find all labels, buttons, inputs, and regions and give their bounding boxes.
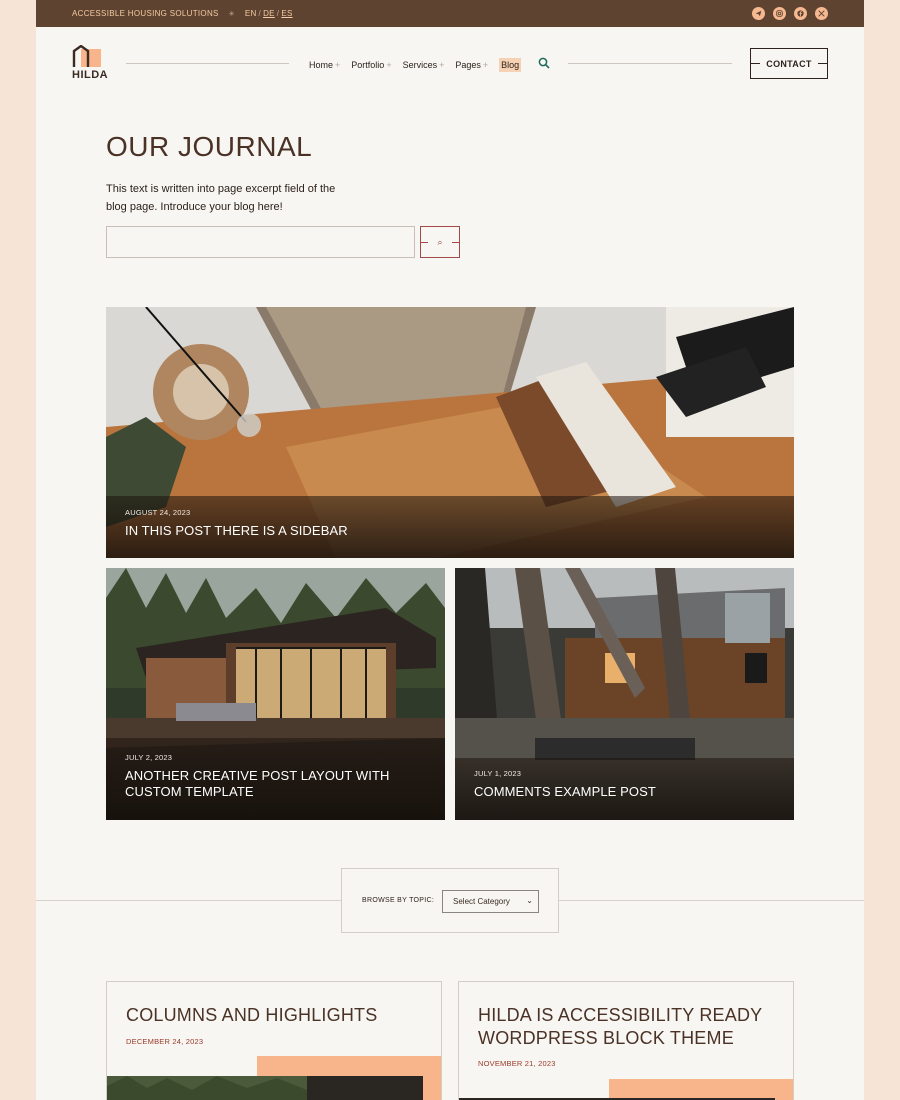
post-card[interactable]: COLUMNS AND HIGHLIGHTS DECEMBER 24, 2023 [106,981,442,1100]
post-title[interactable]: IN THIS POST THERE IS A SIDEBAR [125,523,754,539]
post-date: DECEMBER 24, 2023 [126,1037,204,1046]
site-header: HILDA Home + Portfolio + Services + Pages + … [36,27,864,97]
search-icon: ⌕ [437,236,443,247]
post-title[interactable]: ANOTHER CREATIVE POST LAYOUT WITH CUSTOM… [125,768,405,800]
post-date: AUGUST 24, 2023 [125,508,191,517]
featured-post-card[interactable]: JULY 1, 2023 COMMENTS EXAMPLE POST [455,568,794,820]
post-title[interactable]: COMMENTS EXAMPLE POST [474,784,754,800]
separator-icon: ✳ [228,10,235,18]
search-input[interactable] [106,226,415,258]
logo-text: HILDA [72,69,109,81]
post-title[interactable]: COLUMNS AND HIGHLIGHTS [126,1004,426,1027]
post-date: NOVEMBER 21, 2023 [478,1059,556,1068]
post-date: JULY 2, 2023 [125,753,173,762]
accent-block [609,1079,793,1100]
lang-es[interactable]: ES [281,9,292,18]
header-rule-left [126,63,289,64]
facebook-icon[interactable] [794,7,807,20]
page: ACCESSIBLE HOUSING SOLUTIONS ✳ EN / DE / ES [36,0,864,1100]
house-logo-icon [72,45,101,67]
chevron-down-icon: ⌄ [526,896,533,905]
post-title[interactable]: HILDA IS ACCESSIBILITY READY WORDPRESS B… [478,1004,778,1050]
featured-post-card[interactable]: AUGUST 24, 2023 IN THIS POST THERE IS A … [106,307,794,558]
x-icon[interactable] [815,7,828,20]
lang-de[interactable]: DE [263,9,275,18]
post-date: JULY 1, 2023 [474,769,522,778]
browse-label: BROWSE BY TOPIC: [362,897,435,904]
search-button[interactable]: ⌕ [420,226,460,258]
telegram-icon[interactable] [752,7,765,20]
nav-item-portfolio[interactable]: Portfolio + [351,58,391,72]
nav-item-home[interactable]: Home + [309,58,340,72]
instagram-icon[interactable] [773,7,786,20]
page-title: OUR JOURNAL [106,131,313,162]
lang-en[interactable]: EN [245,9,257,18]
post-card[interactable]: HILDA IS ACCESSIBILITY READY WORDPRESS B… [458,981,794,1100]
contact-button[interactable]: CONTACT [750,48,828,79]
search-icon[interactable] [538,57,550,69]
language-switcher: EN / DE / ES [244,9,293,18]
post-thumbnail[interactable] [107,1076,423,1100]
nav-item-pages[interactable]: Pages + [455,58,488,72]
category-select[interactable]: Select Category ⌄ [442,890,539,913]
main-nav: Home + Portfolio + Services + Pages + Blog [309,58,522,72]
featured-post-card[interactable]: JULY 2, 2023 ANOTHER CREATIVE POST LAYOU… [106,568,445,820]
header-rule-right [568,63,732,64]
top-bar: ACCESSIBLE HOUSING SOLUTIONS ✳ EN / DE / ES [36,0,864,27]
page-excerpt: This text is written into page excerpt f… [106,183,336,213]
tagline: ACCESSIBLE HOUSING SOLUTIONS [72,9,219,18]
nav-item-services[interactable]: Services + [403,58,445,72]
site-logo[interactable]: HILDA [72,45,112,81]
browse-by-topic: BROWSE BY TOPIC: Select Category ⌄ [341,868,559,933]
nav-item-blog[interactable]: Blog [499,58,522,72]
